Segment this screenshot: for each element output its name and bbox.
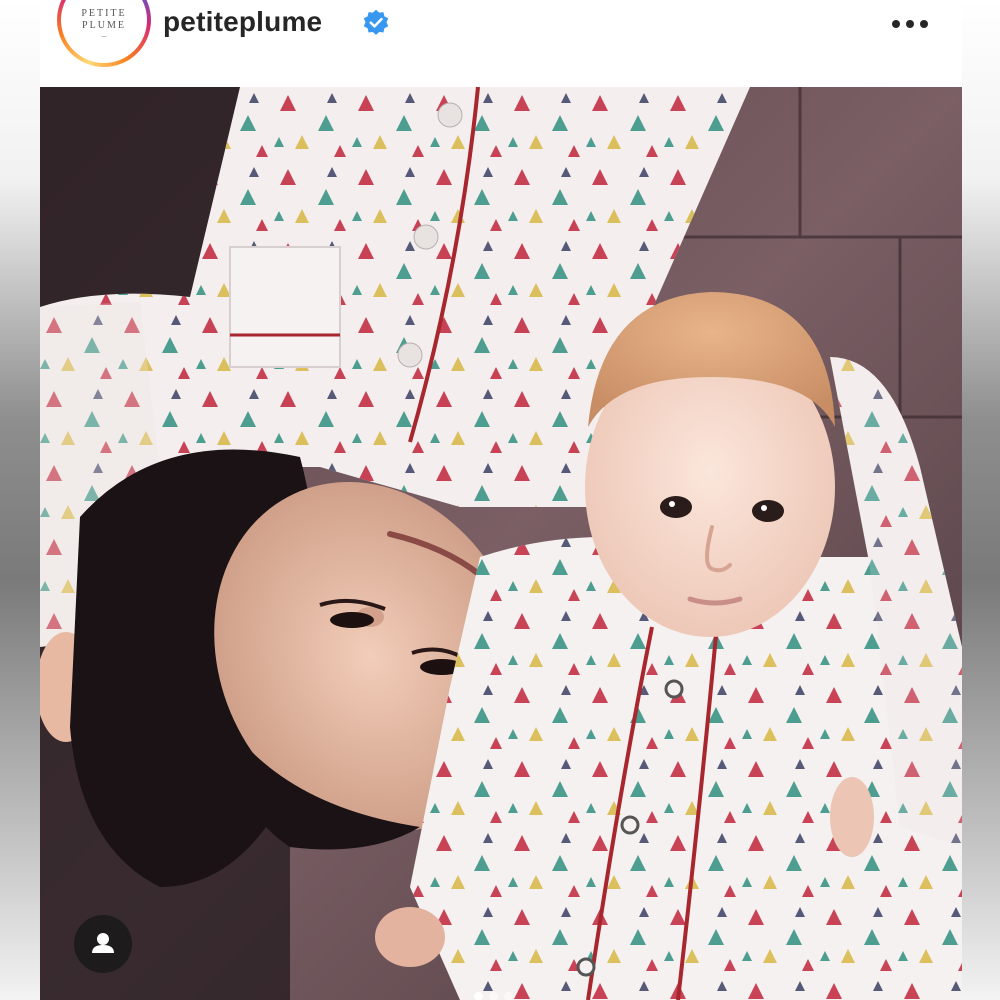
more-options-icon[interactable] xyxy=(886,10,934,38)
story-ring[interactable]: PETITE PLUME ⌣ xyxy=(57,0,151,67)
carousel-dot[interactable] xyxy=(489,992,498,1000)
carousel-indicator xyxy=(474,992,513,1000)
carousel-dot[interactable] xyxy=(474,992,483,1000)
post-header: PETITE PLUME ⌣ petiteplume xyxy=(40,0,962,87)
carousel-dot[interactable] xyxy=(504,992,513,1000)
post-photo[interactable] xyxy=(40,87,962,1000)
avatar-logo-line1: PETITE xyxy=(81,8,127,19)
username[interactable]: petiteplume xyxy=(163,6,322,38)
user-tag-icon xyxy=(92,933,114,953)
instagram-post: PETITE PLUME ⌣ petiteplume xyxy=(40,0,962,1000)
user-tag-button[interactable] xyxy=(74,915,132,973)
avatar[interactable]: PETITE PLUME ⌣ xyxy=(61,0,147,63)
verified-badge-icon xyxy=(363,9,389,35)
photo-illustration xyxy=(40,87,962,1000)
avatar-logo-mark: ⌣ xyxy=(101,31,107,41)
